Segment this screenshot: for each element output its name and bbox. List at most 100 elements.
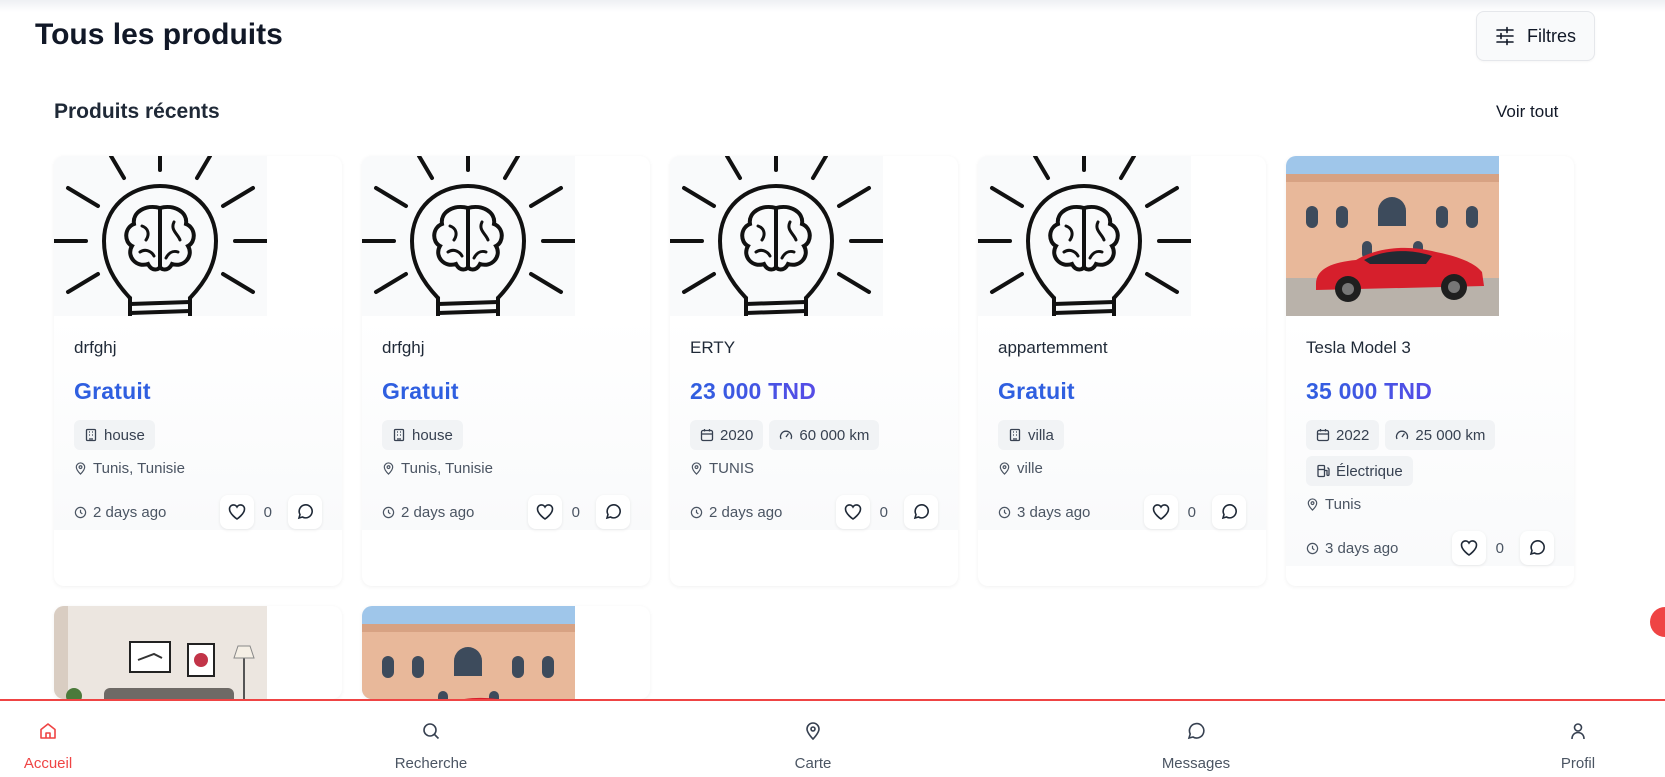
nav-label: Accueil bbox=[23, 755, 73, 772]
filters-button[interactable]: Filtres bbox=[1476, 11, 1595, 61]
chat-icon bbox=[297, 504, 313, 520]
product-price: Gratuit bbox=[74, 378, 151, 404]
location-label: TUNIS bbox=[709, 459, 754, 477]
nav-item-accueil[interactable]: Accueil bbox=[0, 721, 108, 772]
message-button[interactable] bbox=[288, 495, 322, 529]
like-button[interactable] bbox=[1451, 531, 1486, 565]
fuel-tag: Électrique bbox=[1306, 456, 1413, 486]
posted-time: 3 days ago bbox=[998, 504, 1090, 521]
see-all-link[interactable]: Voir tout bbox=[1496, 102, 1558, 122]
nav-item-messages[interactable]: Messages bbox=[1136, 721, 1256, 772]
map-pin-icon bbox=[806, 722, 820, 741]
floating-badge[interactable] bbox=[1650, 607, 1665, 637]
chat-icon bbox=[913, 504, 929, 520]
product-price: Gratuit bbox=[998, 378, 1075, 404]
message-button[interactable] bbox=[1520, 531, 1554, 565]
like-button[interactable] bbox=[527, 495, 562, 529]
time-label: 3 days ago bbox=[1325, 539, 1399, 557]
like-count: 0 bbox=[571, 503, 580, 521]
bottom-nav: Accueil Recherche Carte Messages Profil bbox=[0, 699, 1665, 777]
product-title: drfghj bbox=[74, 338, 117, 357]
heart-icon bbox=[536, 504, 553, 520]
product-price: 35 000 TND bbox=[1306, 378, 1554, 408]
heart-icon bbox=[228, 504, 245, 520]
product-card[interactable]: drfghj Gratuit house Tunis, Tunisie 2 da… bbox=[362, 156, 650, 586]
tag-label: house bbox=[104, 426, 145, 444]
top-shadow bbox=[0, 0, 1665, 12]
tag-label: villa bbox=[1028, 426, 1054, 444]
like-button[interactable] bbox=[835, 495, 870, 529]
nav-item-recherche[interactable]: Recherche bbox=[371, 721, 491, 772]
like-count: 0 bbox=[263, 503, 272, 521]
posted-time: 3 days ago bbox=[1306, 540, 1398, 557]
product-price: 23 000 TND bbox=[690, 378, 938, 408]
location-label: Tunis, Tunisie bbox=[401, 459, 493, 477]
product-image bbox=[54, 156, 267, 316]
tag-label: house bbox=[412, 426, 453, 444]
like-button[interactable] bbox=[1143, 495, 1178, 529]
heart-icon bbox=[1460, 540, 1477, 556]
fuel-icon bbox=[1316, 464, 1330, 478]
clock-icon bbox=[998, 506, 1011, 519]
clock-icon bbox=[382, 506, 395, 519]
product-location: TUNIS bbox=[690, 458, 938, 478]
product-image bbox=[1286, 156, 1499, 316]
calendar-icon bbox=[700, 428, 714, 442]
product-card[interactable] bbox=[362, 606, 650, 699]
product-image bbox=[362, 606, 575, 699]
posted-time: 2 days ago bbox=[382, 504, 474, 521]
building-icon bbox=[1008, 428, 1022, 442]
product-image bbox=[670, 156, 883, 316]
product-card[interactable]: ERTY 23 000 TND 2020 60 000 km TUNIS 2 d… bbox=[670, 156, 958, 586]
nav-label: Profil bbox=[1560, 755, 1596, 772]
page-title: Tous les produits bbox=[35, 18, 283, 51]
product-price: Gratuit bbox=[382, 378, 459, 404]
gauge-icon bbox=[1395, 428, 1409, 442]
tag-label: 2022 bbox=[1336, 426, 1370, 444]
product-location: Tunis, Tunisie bbox=[74, 458, 322, 478]
category-tag: villa bbox=[998, 420, 1064, 450]
map-pin-icon bbox=[1306, 497, 1319, 511]
posted-time: 2 days ago bbox=[690, 504, 782, 521]
like-count: 0 bbox=[879, 503, 888, 521]
year-tag: 2022 bbox=[1306, 420, 1380, 450]
tag-label: 25 000 km bbox=[1415, 426, 1486, 444]
product-location: Tunis, Tunisie bbox=[382, 458, 630, 478]
gauge-icon bbox=[779, 428, 793, 442]
product-card[interactable]: drfghj Gratuit house Tunis, Tunisie 2 da… bbox=[54, 156, 342, 586]
building-icon bbox=[392, 428, 406, 442]
message-button[interactable] bbox=[1212, 495, 1246, 529]
location-label: ville bbox=[1017, 459, 1043, 477]
product-title: ERTY bbox=[690, 338, 736, 357]
user-icon bbox=[1571, 723, 1585, 740]
product-location: ville bbox=[998, 458, 1246, 478]
product-card[interactable]: appartemment Gratuit villa ville 3 days … bbox=[978, 156, 1266, 586]
search-icon bbox=[423, 723, 440, 740]
nav-item-carte[interactable]: Carte bbox=[753, 721, 873, 772]
time-label: 3 days ago bbox=[1017, 503, 1091, 521]
home-icon bbox=[40, 723, 56, 739]
map-pin-icon bbox=[74, 461, 87, 475]
like-count: 0 bbox=[1495, 539, 1504, 557]
product-card[interactable] bbox=[54, 606, 342, 699]
nav-label: Recherche bbox=[394, 755, 468, 772]
tag-label: 60 000 km bbox=[799, 426, 870, 444]
product-card[interactable]: Tesla Model 3 35 000 TND 2022 25 000 km … bbox=[1286, 156, 1574, 586]
time-label: 2 days ago bbox=[401, 503, 475, 521]
message-icon bbox=[1187, 722, 1205, 740]
chat-icon bbox=[1529, 540, 1545, 556]
filters-label: Filtres bbox=[1527, 25, 1576, 46]
chat-icon bbox=[1221, 504, 1237, 520]
location-label: Tunis, Tunisie bbox=[93, 459, 185, 477]
message-button[interactable] bbox=[596, 495, 630, 529]
nav-item-profil[interactable]: Profil bbox=[1518, 721, 1638, 772]
nav-label: Carte bbox=[794, 755, 832, 772]
like-count: 0 bbox=[1187, 503, 1196, 521]
category-tag: house bbox=[74, 420, 155, 450]
posted-time: 2 days ago bbox=[74, 504, 166, 521]
calendar-icon bbox=[1316, 428, 1330, 442]
product-image bbox=[978, 156, 1191, 316]
clock-icon bbox=[74, 506, 87, 519]
message-button[interactable] bbox=[904, 495, 938, 529]
like-button[interactable] bbox=[219, 495, 254, 529]
